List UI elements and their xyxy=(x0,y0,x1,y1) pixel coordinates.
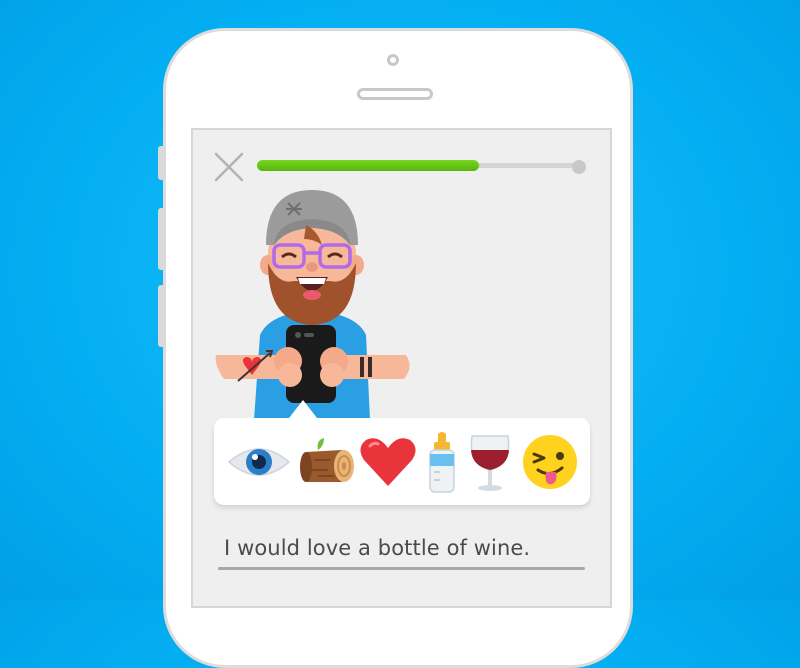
lesson-progress-bar xyxy=(257,160,579,171)
wine-glass-icon[interactable] xyxy=(458,430,522,494)
tongue-wink-icon[interactable] xyxy=(518,430,582,494)
volume-down-button xyxy=(158,285,166,347)
answer-underline xyxy=(218,567,585,570)
emoji-options-card xyxy=(214,418,590,505)
log-icon[interactable] xyxy=(298,430,362,494)
volume-up-button xyxy=(158,208,166,270)
front-camera xyxy=(387,54,399,66)
close-icon[interactable] xyxy=(214,152,244,182)
eye-icon[interactable] xyxy=(227,430,291,494)
card-pointer xyxy=(289,400,317,418)
character-illustration xyxy=(210,185,415,420)
answer-text[interactable]: I would love a bottle of wine. xyxy=(224,536,530,560)
mute-switch xyxy=(158,146,166,180)
progress-end-marker xyxy=(572,160,586,174)
earpiece-speaker xyxy=(357,88,433,100)
lesson-progress-fill xyxy=(257,160,480,171)
